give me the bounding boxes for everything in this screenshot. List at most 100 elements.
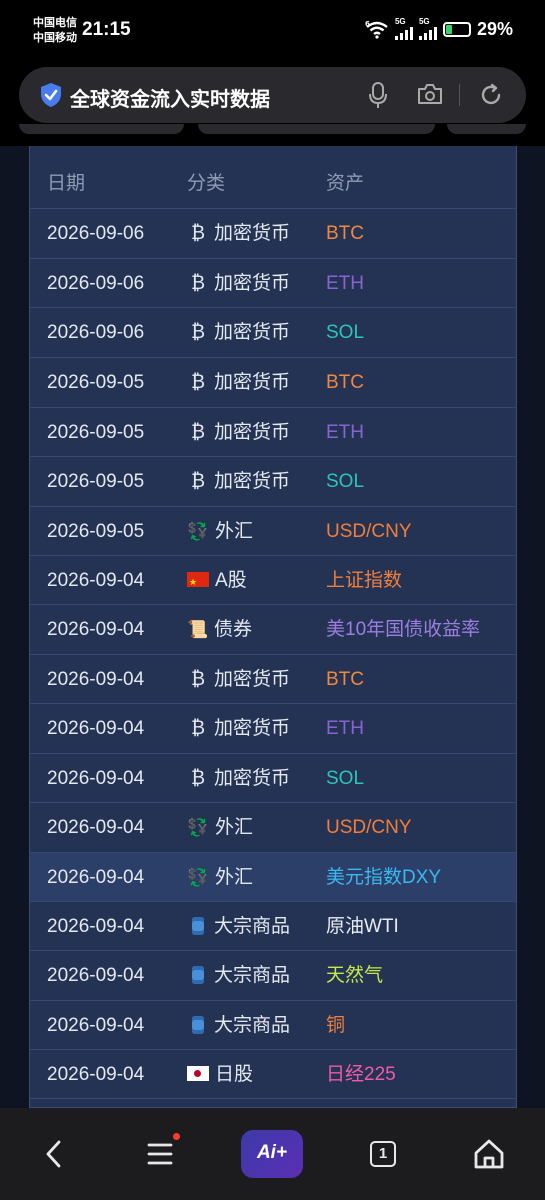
microphone-icon[interactable] xyxy=(367,81,389,109)
row-category: ₿ 加密货币 xyxy=(187,273,290,295)
table-row[interactable]: 2026-09-04 日股 日经225 xyxy=(30,1050,516,1099)
row-category: 大宗商品 xyxy=(187,1015,290,1037)
table-row[interactable]: 2026-09-04 ₿ 加密货币 SOL xyxy=(30,754,516,803)
row-date: 2026-09-04 xyxy=(47,619,145,640)
table-row[interactable]: 2026-09-05 ₿ 加密货币 SOL xyxy=(30,457,516,507)
row-category-label: A股 xyxy=(215,570,247,591)
table-row[interactable]: 2026-09-04 A股 上证指数 xyxy=(30,556,516,605)
row-category-label: 大宗商品 xyxy=(214,916,291,937)
search-query[interactable]: 全球资金流入实时数据 xyxy=(70,83,270,112)
row-asset[interactable]: 天然气 xyxy=(326,965,383,987)
tab-pill[interactable] xyxy=(198,124,435,134)
row-date: 2026-09-04 xyxy=(47,867,145,888)
table-row[interactable]: 2026-09-05 ₿ 加密货币 BTC xyxy=(30,358,516,408)
row-category-label: 加密货币 xyxy=(214,768,291,789)
tab-pill[interactable] xyxy=(19,124,184,134)
table-header: 日期 分类 资产 xyxy=(30,146,516,209)
table-row[interactable]: 2026-09-04 ₿ 加密货币 ETH xyxy=(30,704,516,754)
carrier-info: 中国电信 中国移动 xyxy=(33,16,77,46)
table-row[interactable]: 2026-09-04 💱 外汇 美元指数DXY xyxy=(30,853,516,902)
row-category: 💱 外汇 xyxy=(187,817,253,839)
row-date: 2026-09-04 xyxy=(47,768,145,789)
menu-icon[interactable] xyxy=(146,1134,174,1174)
row-asset[interactable]: USD/CNY xyxy=(326,817,412,839)
table-row[interactable]: 2026-09-06 ₿ 加密货币 SOL xyxy=(30,308,516,358)
row-asset[interactable]: ETH xyxy=(326,273,364,295)
row-asset[interactable]: 美10年国债收益率 xyxy=(326,619,480,641)
battery-icon: ⚡ xyxy=(442,22,471,37)
table-row[interactable]: 2026-09-04 大宗商品 铜 xyxy=(30,1001,516,1050)
row-category: ₿ 加密货币 xyxy=(187,422,290,444)
row-asset[interactable]: USD/CNY xyxy=(326,521,412,543)
bitcoin-icon: ₿ xyxy=(190,718,206,739)
japan-flag-icon xyxy=(187,1066,209,1081)
row-asset[interactable]: 铜 xyxy=(326,1015,345,1037)
row-category: 💱 外汇 xyxy=(187,867,253,889)
row-asset[interactable]: 上证指数 xyxy=(326,570,402,592)
shield-icon xyxy=(41,83,61,107)
table-row[interactable]: 2026-09-04 大宗商品 天然气 xyxy=(30,951,516,1001)
row-asset[interactable]: 美元指数DXY xyxy=(326,867,441,889)
row-category: A股 xyxy=(187,570,247,593)
tabs-count-button[interactable]: 1 xyxy=(370,1141,396,1167)
ai-assistant-button[interactable]: Ai+ xyxy=(241,1130,303,1178)
row-category-label: 加密货币 xyxy=(214,471,291,492)
row-asset[interactable]: ETH xyxy=(326,422,364,444)
bitcoin-icon: ₿ xyxy=(190,322,206,343)
table-row[interactable]: 2026-09-04 大宗商品 原油WTI xyxy=(30,902,516,951)
reload-icon[interactable] xyxy=(478,82,504,108)
row-category: 大宗商品 xyxy=(187,916,290,938)
ai-label: Ai+ xyxy=(256,1142,288,1163)
oil-barrel-icon xyxy=(192,966,204,984)
bitcoin-icon: ₿ xyxy=(190,768,206,789)
bitcoin-icon: ₿ xyxy=(190,669,206,690)
header-date: 日期 xyxy=(47,173,86,194)
table-row[interactable]: 2026-09-04 📜 债券 美10年国债收益率 xyxy=(30,605,516,655)
row-category-label: 日股 xyxy=(215,1064,254,1085)
home-icon[interactable] xyxy=(472,1134,506,1174)
row-date: 2026-09-04 xyxy=(47,669,145,690)
row-asset[interactable]: BTC xyxy=(326,669,364,691)
bitcoin-icon: ₿ xyxy=(190,273,206,294)
oil-barrel-icon xyxy=(192,1016,204,1034)
bitcoin-icon: ₿ xyxy=(190,372,206,393)
camera-icon[interactable] xyxy=(417,83,443,105)
table-row[interactable]: 2026-09-05 💱 外汇 USD/CNY xyxy=(30,507,516,556)
row-category-label: 外汇 xyxy=(215,521,254,542)
row-category: 大宗商品 xyxy=(187,965,290,987)
wifi-icon: 6 xyxy=(365,21,388,39)
row-date: 2026-09-05 xyxy=(47,372,145,393)
row-category-label: 加密货币 xyxy=(214,422,291,443)
table-row[interactable]: 2026-09-04 💱 外汇 USD/CNY xyxy=(30,803,516,853)
row-category-label: 加密货币 xyxy=(214,669,291,690)
page-content: 日期 分类 资产 2026-09-06 ₿ 加密货币 BTC 2026-09-06 ₿ 加密… xyxy=(0,146,545,1108)
row-date: 2026-09-05 xyxy=(47,521,145,542)
row-asset[interactable]: 原油WTI xyxy=(326,916,399,938)
carrier-1: 中国电信 xyxy=(33,17,77,29)
menu-notification-dot xyxy=(173,1133,180,1140)
row-date: 2026-09-06 xyxy=(47,273,145,294)
row-asset[interactable]: ETH xyxy=(326,718,364,740)
currency-exchange-icon: 💱 xyxy=(187,868,209,887)
wifi-badge: 6 xyxy=(365,21,370,28)
row-date: 2026-09-05 xyxy=(47,471,145,492)
header-category: 分类 xyxy=(187,173,226,194)
table-row[interactable]: 2026-09-06 ₿ 加密货币 ETH xyxy=(30,259,516,308)
row-date: 2026-09-04 xyxy=(47,1064,145,1085)
tab-pill[interactable] xyxy=(447,124,526,134)
row-date: 2026-09-04 xyxy=(47,965,145,986)
row-asset[interactable]: SOL xyxy=(326,471,364,493)
row-asset[interactable]: 日经225 xyxy=(326,1064,396,1086)
row-asset[interactable]: BTC xyxy=(326,372,364,394)
table-row[interactable]: 2026-09-06 ₿ 加密货币 BTC xyxy=(30,209,516,259)
row-asset[interactable]: SOL xyxy=(326,768,364,790)
table-row[interactable]: 2026-09-04 ₿ 加密货币 BTC xyxy=(30,655,516,704)
signal-icon-1: 5G xyxy=(394,17,413,40)
row-asset[interactable]: BTC xyxy=(326,223,364,245)
search-bar[interactable]: 全球资金流入实时数据 xyxy=(19,67,526,123)
back-icon[interactable] xyxy=(42,1134,66,1174)
table-row[interactable]: 2026-09-05 ₿ 加密货币 ETH xyxy=(30,408,516,457)
row-category-label: 加密货币 xyxy=(214,322,291,343)
row-asset[interactable]: SOL xyxy=(326,322,364,344)
row-category: ₿ 加密货币 xyxy=(187,669,290,691)
